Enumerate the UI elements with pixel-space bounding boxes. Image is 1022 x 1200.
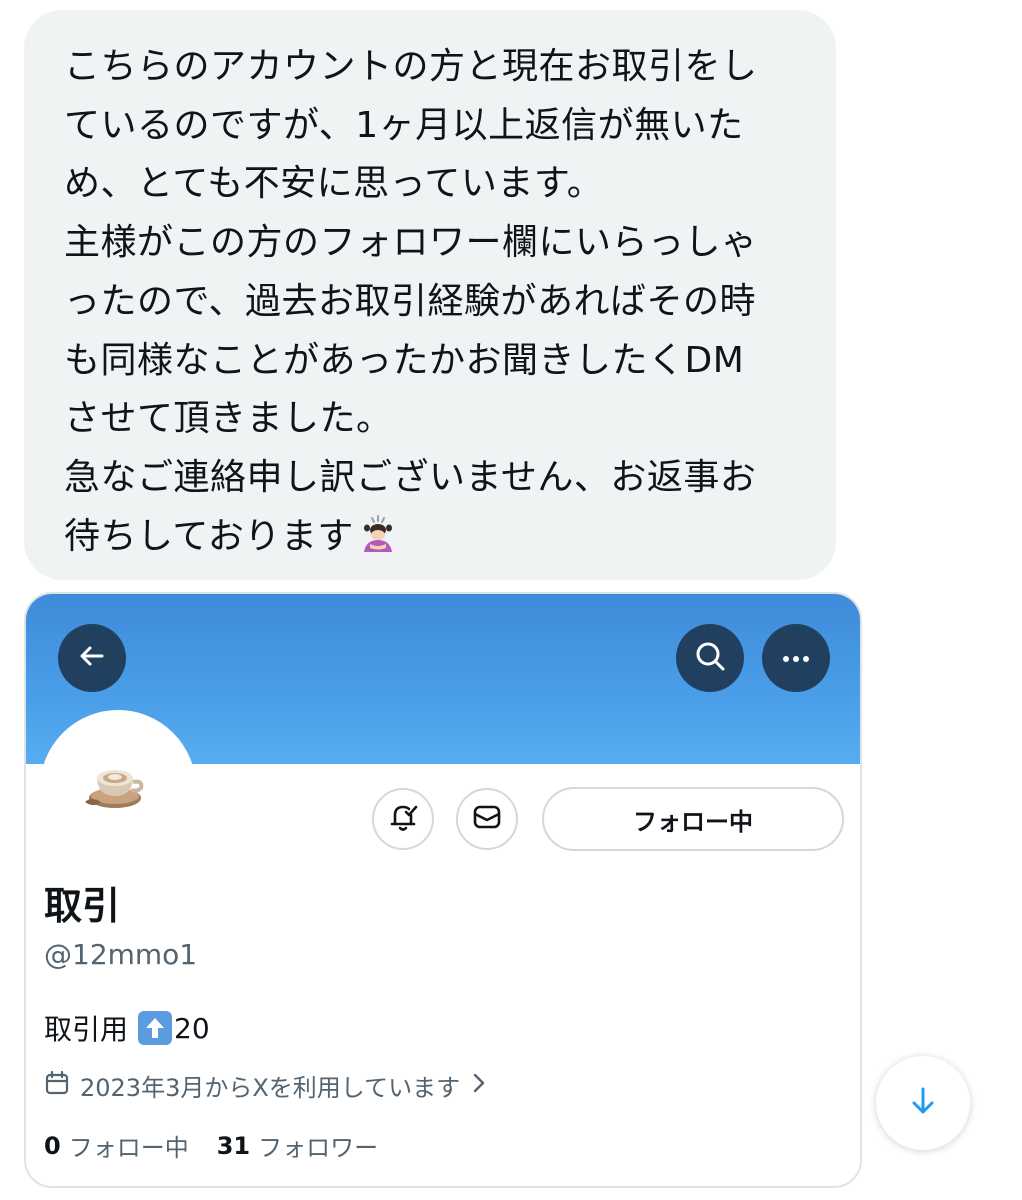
message-line: 急なご連絡申し訳ございません、お返事お: [64, 456, 757, 498]
arrow-down-icon: [906, 1084, 940, 1122]
bell-check-icon: [386, 800, 420, 838]
back-arrow-icon: [77, 641, 107, 675]
latte-cup-icon: [81, 756, 155, 820]
profile-display-name: 取引: [44, 884, 121, 928]
chevron-right-icon: [472, 1072, 496, 1100]
bio-text: 取引用: [44, 1013, 129, 1046]
profile-card[interactable]: フォロー中 取引 @12mmo1 取引用 20 2023年3月からXを利用してい…: [24, 592, 862, 1188]
profile-handle: @12mmo1: [44, 938, 198, 971]
followers-label[interactable]: フォロワー: [258, 1128, 378, 1163]
more-button[interactable]: [762, 624, 830, 692]
profile-bio: 取引用 20: [44, 1008, 210, 1048]
more-icon: [781, 649, 811, 668]
following-button[interactable]: フォロー中: [542, 787, 844, 851]
direct-message-button[interactable]: [456, 788, 518, 850]
joined-date[interactable]: 2023年3月からXを利用しています: [44, 1068, 496, 1103]
joined-text: 2023年3月からXを利用しています: [80, 1074, 461, 1102]
message-line: ているのですが、1ヶ月以上返信が無いた: [64, 104, 744, 146]
message-line: 主様がこの方のフォロワー欄にいらっしゃ: [64, 222, 758, 264]
message-line: も同様なことがあったかお聞きしたくDM: [64, 339, 745, 381]
scroll-to-bottom-button[interactable]: [876, 1056, 970, 1150]
followers-count[interactable]: 31: [217, 1132, 250, 1160]
message-last-line: 待ちしております: [64, 508, 814, 573]
bio-number: 20: [174, 1011, 210, 1045]
following-label[interactable]: フォロー中: [69, 1128, 189, 1163]
message-line: め、とても不安に思っています。: [64, 163, 604, 205]
notification-settings-button[interactable]: [372, 788, 434, 850]
up-arrow-emoji-icon: [138, 1011, 173, 1045]
avatar[interactable]: [40, 710, 196, 866]
message-bubble: こちらのアカウントの方と現在お取引をし ているのですが、1ヶ月以上返信が無いた …: [24, 10, 836, 580]
message-line: こちらのアカウントの方と現在お取引をし: [64, 46, 758, 87]
search-button[interactable]: [676, 624, 744, 692]
calendar-icon: [44, 1070, 80, 1102]
envelope-icon: [470, 800, 504, 838]
search-icon: [693, 639, 727, 677]
message-line: ったので、過去お取引経験があればその時: [64, 280, 757, 322]
message-line-text: 待ちしております: [64, 515, 354, 557]
following-count[interactable]: 0: [44, 1132, 61, 1160]
follow-stats: 0 フォロー中 31 フォロワー: [44, 1128, 378, 1163]
back-button[interactable]: [58, 624, 126, 692]
bowing-person-emoji-icon: [358, 514, 398, 573]
message-line: させて頂きました。: [64, 398, 393, 440]
